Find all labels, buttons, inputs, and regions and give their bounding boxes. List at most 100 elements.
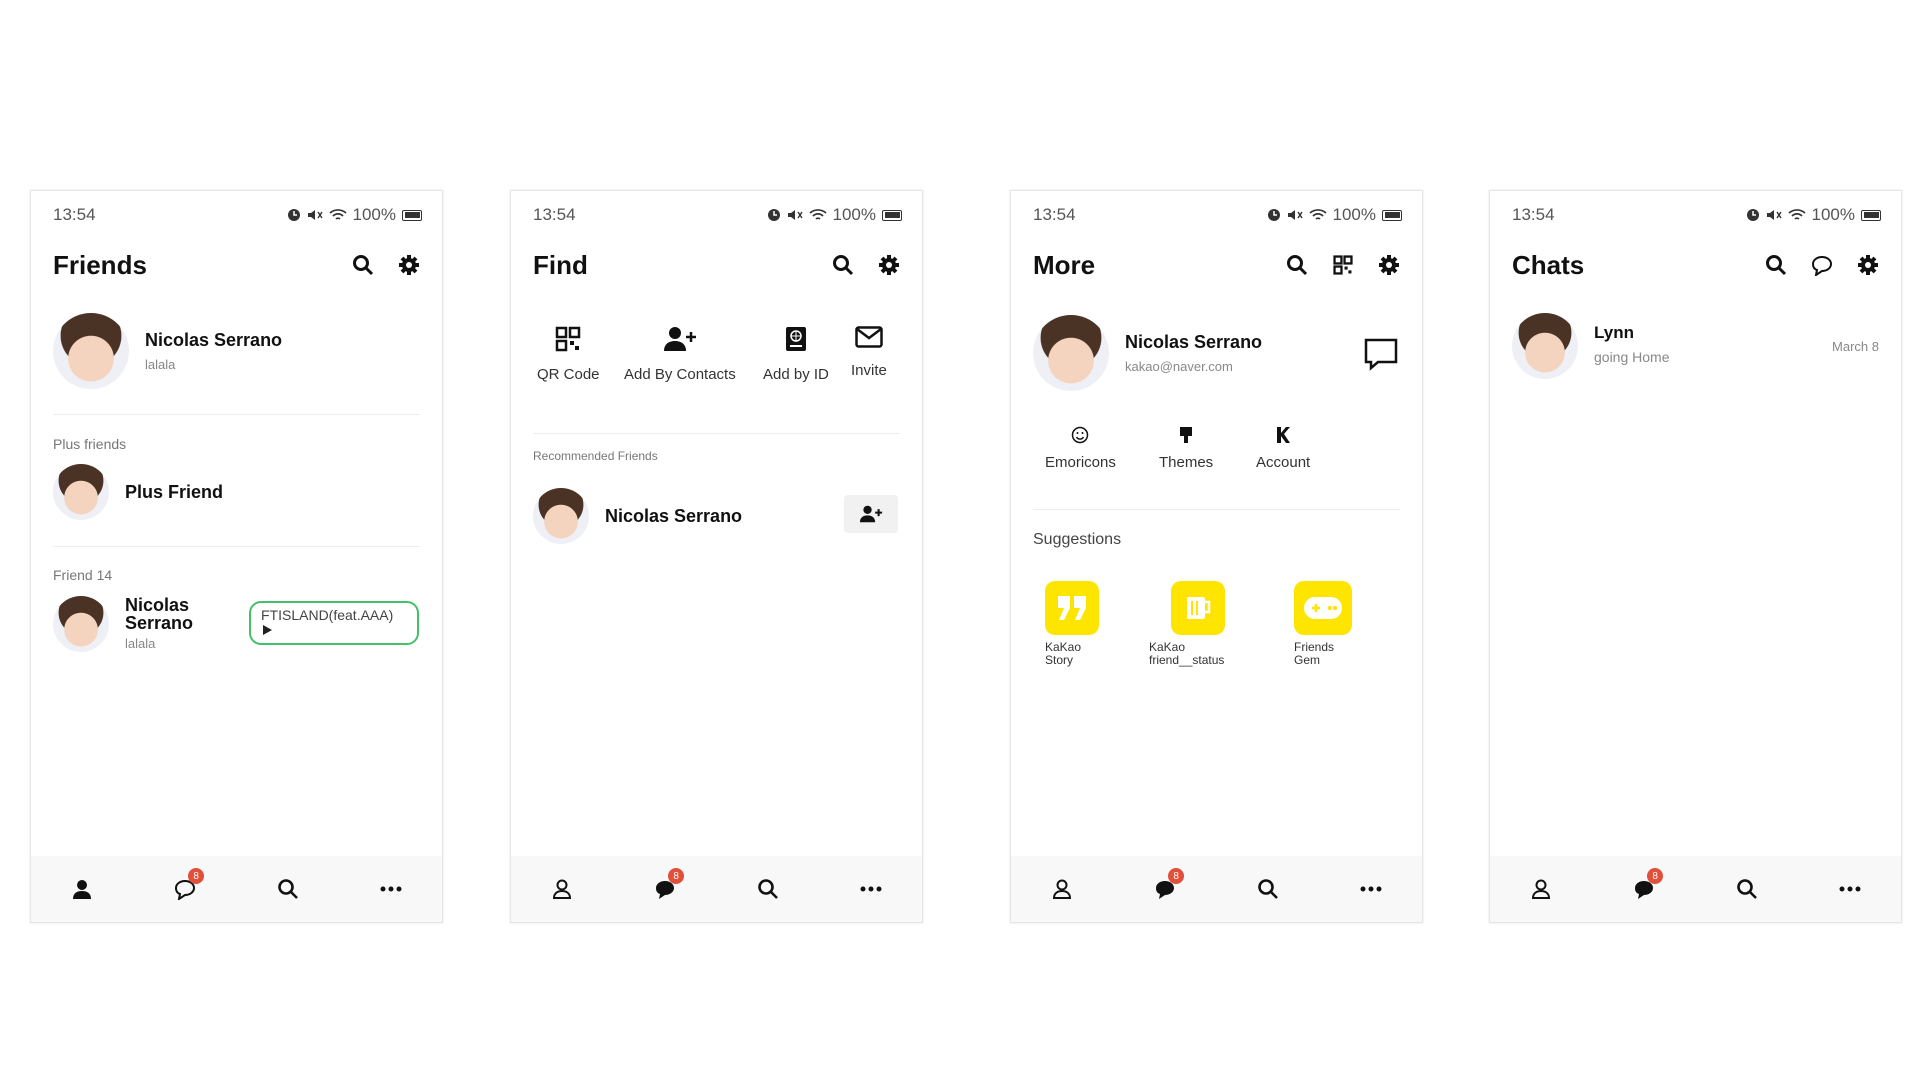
profile-name: Nicolas Serrano xyxy=(1125,332,1263,352)
gear-icon[interactable] xyxy=(1855,252,1881,278)
plus-friend-name: Plus Friend xyxy=(125,481,224,502)
friends-gem-suggestion[interactable]: Friends Gem xyxy=(1294,581,1352,667)
gear-icon[interactable] xyxy=(396,252,422,278)
chat-name: Lynn xyxy=(1594,323,1634,342)
tab-friends[interactable] xyxy=(545,872,579,906)
mute-icon xyxy=(1287,210,1303,220)
tab-search[interactable] xyxy=(271,872,305,906)
unread-badge: 8 xyxy=(1647,868,1664,884)
tab-bar: 8 xyxy=(511,856,922,922)
emoticons-option[interactable]: Emoricons xyxy=(1045,426,1116,471)
avatar xyxy=(1512,313,1578,379)
avatar xyxy=(53,596,109,652)
tab-more[interactable] xyxy=(854,872,888,906)
add-by-id-option[interactable]: Add by ID xyxy=(763,326,829,383)
friend-item[interactable]: Nicolas Serrano lalala xyxy=(53,596,205,652)
section-label-recommended: Recommended Friends xyxy=(533,449,658,463)
mug-icon xyxy=(1187,597,1211,619)
tab-more[interactable] xyxy=(1354,872,1388,906)
more-icon xyxy=(380,886,402,892)
play-icon xyxy=(263,625,272,635)
my-profile[interactable]: Nicolas Serrano lalala xyxy=(53,313,282,389)
qr-code-option[interactable]: QR Code xyxy=(537,326,600,383)
search-icon[interactable] xyxy=(830,252,856,278)
more-icon xyxy=(1839,886,1861,892)
tab-search[interactable] xyxy=(1251,872,1285,906)
search-icon[interactable] xyxy=(1763,252,1789,278)
chat-bubble-icon[interactable] xyxy=(1363,337,1399,376)
profile-name: Nicolas Serrano xyxy=(145,330,283,350)
my-profile[interactable]: Nicolas Serrano kakao@naver.com xyxy=(1033,315,1262,391)
battery-percent: 100% xyxy=(1332,205,1376,224)
account-option[interactable]: Account xyxy=(1256,426,1310,471)
kakao-friend-status-suggestion[interactable]: KaKao friend__status xyxy=(1149,581,1225,667)
search-icon xyxy=(758,879,778,899)
page-title: Friends xyxy=(53,249,147,280)
search-icon xyxy=(1258,879,1278,899)
friends-screen: 13:54 100% Friends Nicolas Serrano lalal… xyxy=(30,190,443,923)
option-label: QR Code xyxy=(537,366,600,383)
search-icon xyxy=(1737,879,1757,899)
gear-icon[interactable] xyxy=(876,252,902,278)
tab-chats[interactable]: 8 xyxy=(1627,868,1664,906)
themes-option[interactable]: Themes xyxy=(1159,426,1213,471)
chat-date: March 8 xyxy=(1832,339,1879,354)
status-time: 13:54 xyxy=(533,205,576,224)
add-by-contacts-option[interactable]: Add By Contacts xyxy=(624,326,736,383)
avatar xyxy=(53,313,129,389)
qr-icon[interactable] xyxy=(1330,252,1356,278)
find-screen: 13:54 100% Find QR Code Add By Contacts … xyxy=(510,190,923,923)
avatar xyxy=(1033,315,1109,391)
battery-percent: 100% xyxy=(352,205,396,224)
avatar xyxy=(53,464,109,520)
gamepad-icon xyxy=(1304,597,1342,619)
battery-percent: 100% xyxy=(1811,205,1855,224)
chat-list-item[interactable]: Lynn going Home xyxy=(1512,313,1670,379)
search-icon[interactable] xyxy=(350,252,376,278)
status-bar: 13:54 100% xyxy=(1512,204,1881,226)
wifi-icon xyxy=(328,209,347,220)
tab-chats[interactable]: 8 xyxy=(1148,868,1185,906)
mute-icon xyxy=(787,210,803,220)
add-friend-button[interactable] xyxy=(844,495,898,533)
option-label: Add by ID xyxy=(763,366,829,383)
invite-option[interactable]: Invite xyxy=(851,326,887,379)
id-card-icon xyxy=(785,327,806,351)
alarm-icon xyxy=(1267,209,1280,221)
recommended-friend-item[interactable]: Nicolas Serrano xyxy=(533,488,742,544)
qr-icon xyxy=(556,326,581,352)
battery-percent: 100% xyxy=(832,205,876,224)
smile-icon xyxy=(1072,426,1089,444)
tab-chats[interactable]: 8 xyxy=(648,868,685,906)
chat-preview: going Home xyxy=(1594,349,1670,365)
tab-chats[interactable]: 8 xyxy=(168,868,205,906)
chats-screen: 13:54 100% Chats Lynn going Home March 8… xyxy=(1489,190,1902,923)
brush-icon xyxy=(1180,427,1193,443)
alarm-icon xyxy=(287,209,300,221)
unread-badge: 8 xyxy=(1168,868,1185,884)
tab-more[interactable] xyxy=(1833,872,1867,906)
status-time: 13:54 xyxy=(1033,205,1076,224)
kakao-story-suggestion[interactable]: KaKao Story xyxy=(1045,581,1099,667)
plus-friend-item[interactable]: Plus Friend xyxy=(53,464,223,520)
tab-search[interactable] xyxy=(751,872,785,906)
page-title: Chats xyxy=(1512,249,1585,280)
battery-icon xyxy=(1861,209,1881,221)
battery-icon xyxy=(1382,209,1402,221)
suggestion-label: Gem xyxy=(1294,653,1321,667)
music-status[interactable]: FTISLAND(feat.AAA) xyxy=(249,601,419,645)
new-chat-icon[interactable] xyxy=(1809,252,1835,278)
tab-friends[interactable] xyxy=(65,872,99,906)
gear-icon[interactable] xyxy=(1376,252,1402,278)
friend-status: lalala xyxy=(125,636,156,651)
tab-bar: 8 xyxy=(1011,856,1422,922)
tab-more[interactable] xyxy=(374,872,408,906)
quote-icon xyxy=(1058,596,1086,620)
tab-search[interactable] xyxy=(1730,872,1764,906)
status-bar: 13:54 100% xyxy=(533,204,902,226)
mail-icon xyxy=(855,326,883,348)
search-icon[interactable] xyxy=(1284,252,1310,278)
tab-friends[interactable] xyxy=(1045,872,1079,906)
alarm-icon xyxy=(767,209,780,221)
tab-friends[interactable] xyxy=(1524,872,1558,906)
